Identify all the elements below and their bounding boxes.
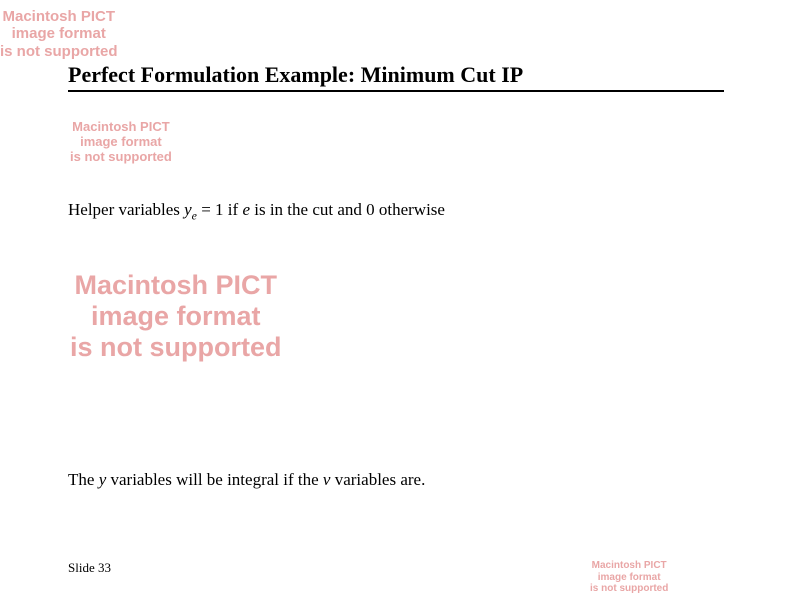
slide-number: Slide 33 (68, 560, 111, 576)
text: = 1 if (197, 200, 242, 219)
integral-text: The y variables will be integral if the … (68, 470, 425, 490)
text: Helper variables (68, 200, 184, 219)
pict-line: Macintosh PICT (70, 270, 282, 301)
pict-line: image format (70, 135, 172, 150)
helper-variables-text: Helper variables ye = 1 if e is in the c… (68, 200, 445, 223)
text: is in the cut and 0 otherwise (250, 200, 445, 219)
var-y: y (184, 200, 192, 219)
text: variables will be integral if the (106, 470, 323, 489)
pict-line: is not supported (70, 150, 172, 165)
text: The (68, 470, 99, 489)
pict-line: image format (0, 25, 118, 42)
pict-placeholder-bottom-right: Macintosh PICT image format is not suppo… (590, 560, 668, 595)
pict-line: Macintosh PICT (0, 8, 118, 25)
pict-placeholder-top-left: Macintosh PICT image format is not suppo… (0, 8, 118, 60)
var-e: e (242, 200, 250, 219)
slide-title: Perfect Formulation Example: Minimum Cut… (68, 62, 523, 88)
text: variables are. (330, 470, 425, 489)
pict-placeholder-center: Macintosh PICT image format is not suppo… (70, 270, 282, 363)
pict-line: Macintosh PICT (590, 560, 668, 572)
pict-line: is not supported (70, 332, 282, 363)
pict-line: Macintosh PICT (70, 120, 172, 135)
pict-placeholder-under-title: Macintosh PICT image format is not suppo… (70, 120, 172, 165)
pict-line: is not supported (590, 583, 668, 595)
title-rule (68, 90, 724, 92)
pict-line: image format (70, 301, 282, 332)
pict-line: image format (590, 572, 668, 584)
pict-line: is not supported (0, 43, 118, 60)
